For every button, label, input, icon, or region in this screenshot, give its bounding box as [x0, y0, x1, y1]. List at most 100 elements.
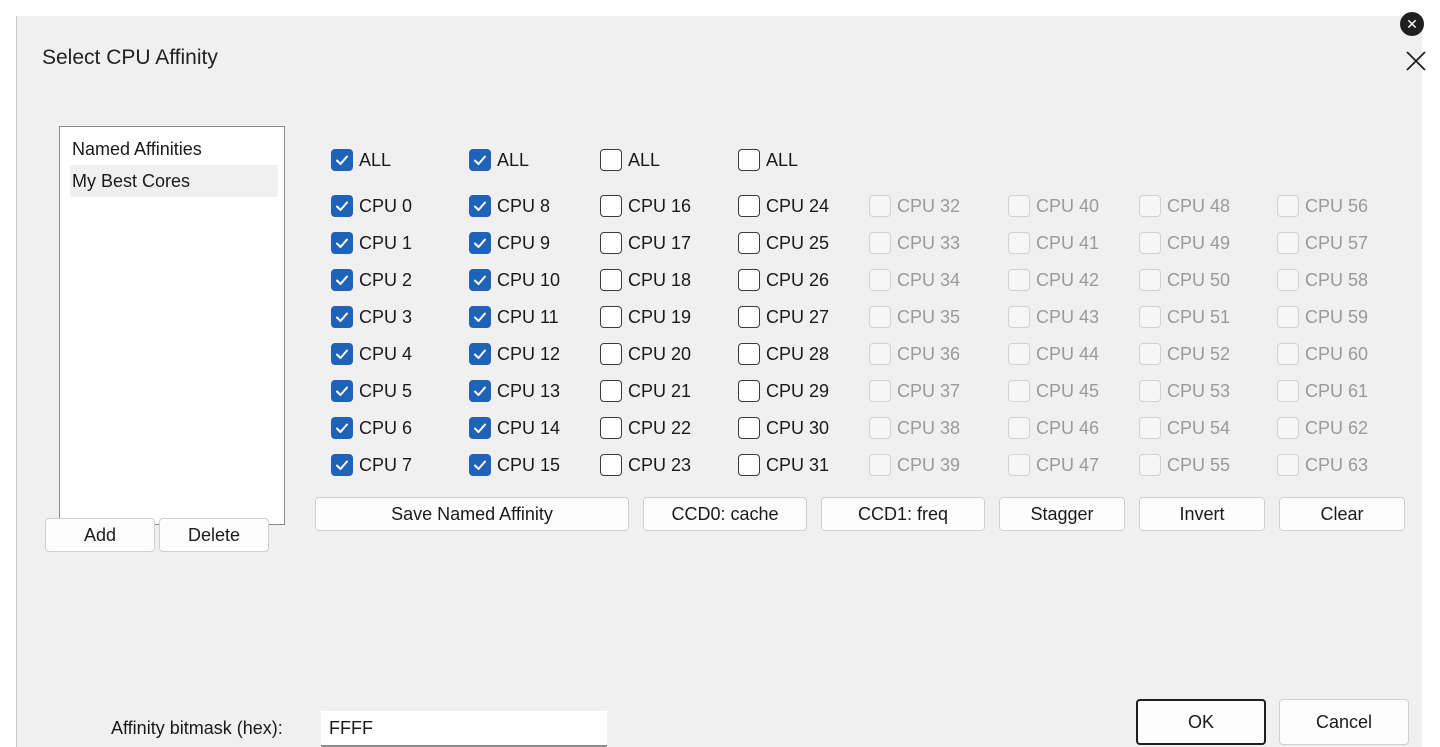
clear-button[interactable]: Clear — [1279, 497, 1405, 531]
checkbox-label: CPU 13 — [497, 380, 561, 401]
checkmark-icon — [469, 195, 491, 217]
cpu-checkbox-63: CPU 63 — [1277, 452, 1368, 478]
cpu-checkbox-17[interactable]: CPU 17 — [600, 230, 691, 256]
cpu-checkbox-55: CPU 55 — [1139, 452, 1230, 478]
cpu-checkbox-12[interactable]: CPU 12 — [469, 341, 560, 367]
stagger-button[interactable]: Stagger — [999, 497, 1125, 531]
cpu-checkbox-33: CPU 33 — [869, 230, 960, 256]
cpu-checkbox-10[interactable]: CPU 10 — [469, 267, 560, 293]
cpu-checkbox-24[interactable]: CPU 24 — [738, 193, 829, 219]
checkbox-label: CPU 57 — [1305, 232, 1369, 253]
cpu-checkbox-51: CPU 51 — [1139, 304, 1230, 330]
checkbox-box — [1277, 417, 1299, 439]
checkbox-box — [738, 195, 760, 217]
checkmark-icon — [331, 195, 353, 217]
cpu-checkbox-6[interactable]: CPU 6 — [331, 415, 412, 441]
cpu-checkbox-39: CPU 39 — [869, 452, 960, 478]
add-button[interactable]: Add — [45, 518, 155, 552]
cpu-checkbox-1[interactable]: CPU 1 — [331, 230, 412, 256]
save-named-affinity-button[interactable]: Save Named Affinity — [315, 497, 629, 531]
named-affinities-list[interactable]: Named Affinities My Best Cores — [59, 126, 285, 525]
checkbox-label: CPU 28 — [766, 343, 830, 364]
ok-button[interactable]: OK — [1136, 699, 1266, 745]
checkbox-box — [1008, 195, 1030, 217]
checkbox-label: CPU 25 — [766, 232, 830, 253]
checkbox-label: ALL — [497, 149, 530, 170]
cpu-checkbox-13[interactable]: CPU 13 — [469, 378, 560, 404]
checkbox-label: CPU 45 — [1036, 380, 1100, 401]
cpu-checkbox-19[interactable]: CPU 19 — [600, 304, 691, 330]
cpu-checkbox-5[interactable]: CPU 5 — [331, 378, 412, 404]
cpu-checkbox-8[interactable]: CPU 8 — [469, 193, 550, 219]
cpu-checkbox-14[interactable]: CPU 14 — [469, 415, 560, 441]
cpu-checkbox-30[interactable]: CPU 30 — [738, 415, 829, 441]
checkbox-box — [1139, 380, 1161, 402]
ccd0-cache-button[interactable]: CCD0: cache — [643, 497, 807, 531]
all-checkbox-group-3[interactable]: ALL — [738, 147, 798, 173]
checkbox-box — [1008, 380, 1030, 402]
all-checkbox-group-0[interactable]: ALL — [331, 147, 391, 173]
checkbox-box — [869, 306, 891, 328]
cpu-checkbox-18[interactable]: CPU 18 — [600, 267, 691, 293]
checkbox-box — [600, 417, 622, 439]
cancel-button[interactable]: Cancel — [1279, 699, 1409, 745]
cpu-checkbox-47: CPU 47 — [1008, 452, 1099, 478]
close-button[interactable] — [1401, 46, 1431, 76]
checkbox-box — [1277, 306, 1299, 328]
cpu-checkbox-20[interactable]: CPU 20 — [600, 341, 691, 367]
checkmark-icon — [331, 454, 353, 476]
checkmark-icon — [469, 269, 491, 291]
cpu-checkbox-52: CPU 52 — [1139, 341, 1230, 367]
cpu-checkbox-41: CPU 41 — [1008, 230, 1099, 256]
list-item-my-best-cores[interactable]: My Best Cores — [70, 165, 278, 197]
cpu-checkbox-23[interactable]: CPU 23 — [600, 452, 691, 478]
cpu-checkbox-22[interactable]: CPU 22 — [600, 415, 691, 441]
bitmask-label: Affinity bitmask (hex): — [111, 718, 283, 738]
cpu-checkbox-27[interactable]: CPU 27 — [738, 304, 829, 330]
checkbox-box — [869, 343, 891, 365]
checkbox-label: CPU 50 — [1167, 269, 1231, 290]
cpu-checkbox-21[interactable]: CPU 21 — [600, 378, 691, 404]
checkbox-label: CPU 10 — [497, 269, 561, 290]
cpu-checkbox-2[interactable]: CPU 2 — [331, 267, 412, 293]
checkbox-box — [1139, 417, 1161, 439]
checkbox-label: CPU 60 — [1305, 343, 1369, 364]
checkbox-label: CPU 40 — [1036, 195, 1100, 216]
checkmark-icon — [469, 306, 491, 328]
cpu-checkbox-16[interactable]: CPU 16 — [600, 193, 691, 219]
checkbox-label: CPU 34 — [897, 269, 961, 290]
cpu-checkbox-3[interactable]: CPU 3 — [331, 304, 412, 330]
checkbox-label: CPU 8 — [497, 195, 551, 216]
checkbox-label: CPU 22 — [628, 417, 692, 438]
invert-button[interactable]: Invert — [1139, 497, 1265, 531]
delete-button[interactable]: Delete — [159, 518, 269, 552]
checkbox-label: CPU 63 — [1305, 454, 1369, 475]
list-item-named-affinities[interactable]: Named Affinities — [70, 133, 278, 165]
cpu-checkbox-31[interactable]: CPU 31 — [738, 452, 829, 478]
cpu-checkbox-9[interactable]: CPU 9 — [469, 230, 550, 256]
checkbox-box — [869, 417, 891, 439]
all-checkbox-group-2[interactable]: ALL — [600, 147, 660, 173]
checkbox-box — [738, 269, 760, 291]
cpu-checkbox-26[interactable]: CPU 26 — [738, 267, 829, 293]
checkbox-label: CPU 61 — [1305, 380, 1369, 401]
cpu-checkbox-7[interactable]: CPU 7 — [331, 452, 412, 478]
cpu-checkbox-0[interactable]: CPU 0 — [331, 193, 412, 219]
cpu-checkbox-11[interactable]: CPU 11 — [469, 304, 559, 330]
checkmark-icon — [469, 232, 491, 254]
cpu-checkbox-4[interactable]: CPU 4 — [331, 341, 412, 367]
checkbox-box — [600, 380, 622, 402]
cpu-checkbox-49: CPU 49 — [1139, 230, 1230, 256]
cpu-checkbox-15[interactable]: CPU 15 — [469, 452, 560, 478]
cpu-checkbox-25[interactable]: CPU 25 — [738, 230, 829, 256]
bitmask-hex-input[interactable] — [321, 711, 607, 747]
checkbox-label: CPU 58 — [1305, 269, 1369, 290]
close-icon[interactable]: ✕ — [1400, 12, 1424, 36]
cpu-checkbox-40: CPU 40 — [1008, 193, 1099, 219]
all-checkbox-group-1[interactable]: ALL — [469, 147, 529, 173]
cpu-checkbox-28[interactable]: CPU 28 — [738, 341, 829, 367]
checkmark-icon — [331, 232, 353, 254]
cpu-checkbox-29[interactable]: CPU 29 — [738, 378, 829, 404]
ccd1-freq-button[interactable]: CCD1: freq — [821, 497, 985, 531]
cpu-checkbox-54: CPU 54 — [1139, 415, 1230, 441]
